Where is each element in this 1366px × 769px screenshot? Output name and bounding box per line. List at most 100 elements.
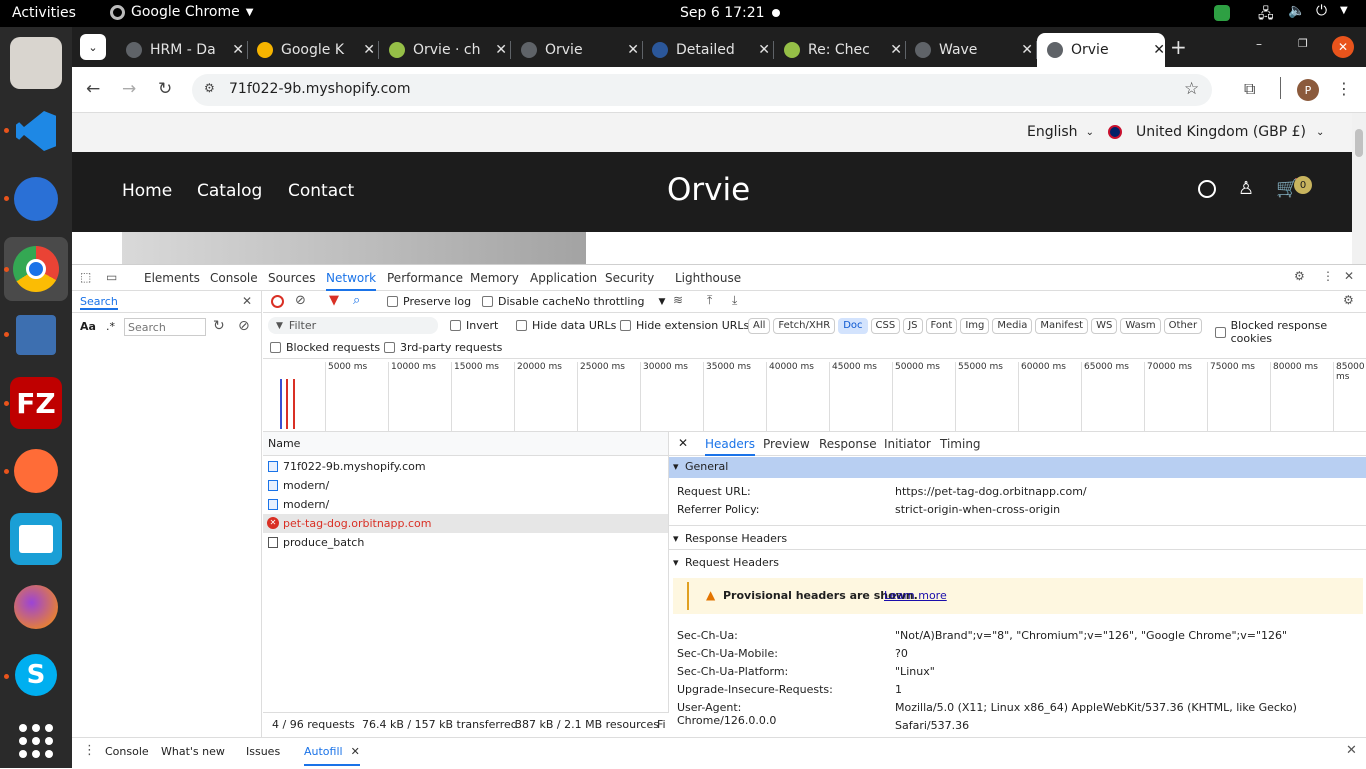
url-text[interactable]: 71f022-9b.myshopify.com [229,81,411,97]
devtools-tab[interactable]: Security [605,265,654,291]
back-button[interactable]: ← [86,79,100,99]
browser-tab[interactable]: Re: Chec ✕ [774,33,902,67]
header-value[interactable]: 1 [895,683,902,696]
resource-type-chip[interactable]: Other [1163,318,1203,334]
devtools-tab[interactable]: Sources [268,265,315,291]
site-logo[interactable]: Orvie [667,172,750,208]
resource-type-chip[interactable]: All [748,318,771,334]
close-tab-icon[interactable]: ✕ [232,42,244,58]
hide-data-urls-checkbox[interactable]: Hide data URLs [516,319,616,332]
forward-button[interactable]: → [122,79,136,99]
request-row[interactable]: ✕ pet-tag-dog.orbitnapp.com [263,514,668,533]
detail-tab[interactable]: Headers [705,432,755,456]
devtools-tab[interactable]: Lighthouse [675,265,741,291]
firefox-icon[interactable] [10,581,62,633]
close-tab-icon[interactable]: ✕ [627,42,639,58]
maximize-button[interactable]: ❐ [1298,37,1308,50]
close-window-button[interactable]: ✕ [1332,36,1354,58]
files-icon[interactable] [10,37,62,89]
record-icon[interactable] [271,295,284,308]
country-selector[interactable]: United Kingdom (GBP £) ⌄ [1108,124,1324,140]
devtools-tab[interactable]: Memory [470,265,519,291]
close-search-icon[interactable]: ✕ [242,294,252,308]
extensions-icon[interactable]: ⧉ [1244,79,1255,99]
page-scrollbar[interactable] [1352,113,1366,264]
nav-link[interactable]: Catalog [197,181,262,201]
resource-type-chip[interactable]: Img [960,318,990,334]
export-har-icon[interactable]: ⤓ [732,293,737,308]
search-tab[interactable]: Search [80,295,118,310]
browser-tab[interactable]: Wave ✕ [905,33,1033,67]
header-value[interactable]: Safari/537.36 [895,719,969,732]
activities-button[interactable]: Activities [12,5,76,21]
devtools-tab[interactable]: Performance [387,265,463,291]
new-tab-button[interactable]: + [1170,35,1187,59]
tab-search-button[interactable]: ⌄ [80,34,106,60]
refresh-search-icon[interactable]: ↻ [213,318,225,334]
throttling-select[interactable]: No throttling ▼ [575,295,665,308]
reload-button[interactable]: ↻ [158,79,172,99]
resource-type-chip[interactable]: Doc [838,318,868,334]
header-value[interactable]: "Linux" [895,665,935,678]
close-drawer-tab-icon[interactable]: ✕ [351,745,360,758]
general-section-header[interactable]: ▾ General [669,457,1366,478]
settings-gear-icon[interactable]: ⚙ [1294,269,1305,283]
system-menu-chevron-icon[interactable]: ▼ [1340,5,1348,16]
vscode-icon[interactable] [10,105,62,157]
request-url-value[interactable]: https://pet-tag-dog.orbitnapp.com/ [895,485,1087,498]
profile-avatar[interactable]: P [1297,79,1319,101]
close-tab-icon[interactable]: ✕ [890,42,902,58]
volume-icon[interactable]: 🔈 [1288,3,1305,19]
search-network-icon[interactable]: ⌕ [353,293,360,308]
search-input[interactable] [124,318,206,336]
chrome-menu-icon[interactable]: ⋮ [1336,79,1352,98]
network-conditions-icon[interactable]: ≋ [673,293,683,307]
bookmark-star-icon[interactable]: ☆ [1184,79,1199,99]
drawer-menu-icon[interactable]: ⋮ [83,743,96,758]
learn-more-link[interactable]: Learn more [884,589,947,602]
network-icon[interactable]: 🖧 [1258,3,1274,27]
device-toolbar-icon[interactable]: ▭ [106,270,117,284]
browser-tab[interactable]: Google K ✕ [247,33,375,67]
inspect-element-icon[interactable]: ⬚ [80,270,91,284]
resource-type-chip[interactable]: Wasm [1120,318,1161,334]
header-value[interactable]: "Not/A)Brand";v="8", "Chromium";v="126",… [895,629,1287,642]
blocked-requests-checkbox[interactable]: Blocked requests [270,341,380,354]
request-row[interactable]: modern/ [263,495,668,514]
skype-icon[interactable]: S [10,649,62,701]
browser-tab[interactable]: Detailed ✕ [642,33,770,67]
request-headers-section-header[interactable]: ▾ Request Headers [669,551,1366,573]
request-row[interactable]: 71f022-9b.myshopify.com [263,457,668,476]
language-selector[interactable]: English ⌄ [1027,124,1094,140]
close-tab-icon[interactable]: ✕ [1021,42,1033,58]
network-settings-icon[interactable]: ⚙ [1343,293,1354,307]
search-icon[interactable] [1198,180,1216,198]
detail-tab[interactable]: Timing [940,432,981,456]
drawer-tab[interactable]: What's new [161,745,225,758]
close-drawer-icon[interactable]: ✕ [1346,743,1357,758]
disable-cache-checkbox[interactable]: Disable cache [482,295,575,308]
close-tab-icon[interactable]: ✕ [758,42,770,58]
power-icon[interactable]: ⏻ [1316,3,1327,19]
update-indicator-icon[interactable] [1214,5,1230,21]
nav-link[interactable]: Home [122,181,172,201]
resource-type-chip[interactable]: Media [992,318,1033,334]
drawer-tab[interactable]: Autofill ✕ [304,745,360,766]
app-menu[interactable]: Google Chrome ▼ [110,4,253,20]
nav-link[interactable]: Contact [288,181,354,201]
resource-type-chip[interactable]: Font [925,318,958,334]
task-app-icon[interactable] [10,513,62,565]
network-tool-icon[interactable] [10,309,62,361]
site-info-icon[interactable]: ⚙ [204,81,215,95]
close-details-icon[interactable]: ✕ [678,436,688,450]
omnibox[interactable]: ⚙ 71f022-9b.myshopify.com ☆ [192,74,1212,106]
show-apps-icon[interactable] [10,715,62,767]
third-party-checkbox[interactable]: 3rd-party requests [384,341,502,354]
drawer-tab[interactable]: Issues [246,745,280,758]
resource-type-chip[interactable]: WS [1091,318,1118,334]
request-row[interactable]: modern/ [263,476,668,495]
response-headers-section-header[interactable]: ▾ Response Headers [669,527,1366,549]
filter-icon[interactable]: ▼ [329,293,339,308]
name-column-header[interactable]: Name [268,437,300,450]
close-tab-icon[interactable]: ✕ [495,42,507,58]
